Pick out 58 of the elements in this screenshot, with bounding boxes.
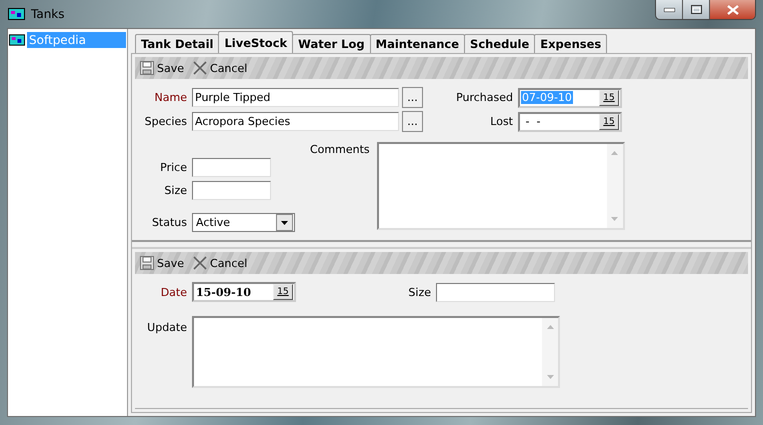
date-field[interactable]: 07-09-10 15 [518, 88, 622, 108]
field-label: Size [407, 286, 431, 298]
maximize-icon [690, 5, 702, 14]
tab[interactable]: Schedule [464, 34, 536, 53]
calendar-button[interactable]: 15 [273, 284, 293, 300]
size-field[interactable] [192, 181, 271, 200]
field-label: Date [160, 286, 187, 298]
tree-item-label: Softpedia [27, 32, 126, 48]
browse-button[interactable]: ... [402, 87, 423, 108]
field-label: Comments [310, 143, 370, 156]
tab[interactable]: Maintenance [370, 34, 466, 53]
size-field[interactable] [436, 282, 555, 302]
maximize-button[interactable] [683, 0, 710, 19]
field-label: Purchased [455, 91, 513, 104]
price-field[interactable] [192, 158, 271, 177]
app-icon [8, 8, 25, 20]
window-title: Tanks [31, 7, 65, 21]
scroll-up-icon [546, 325, 554, 329]
date-value: 15-09-10 [195, 286, 252, 298]
field-label: Size [163, 184, 187, 197]
update-field[interactable] [192, 316, 560, 388]
comments-field[interactable] [376, 142, 625, 230]
status-dropdown[interactable]: Active [192, 213, 295, 232]
caret-icon [281, 220, 288, 224]
save-button[interactable]: Save [139, 60, 184, 76]
close-icon [726, 4, 738, 14]
field-label: Species [144, 115, 187, 128]
cancel-button[interactable]: Cancel [192, 60, 248, 76]
save-button[interactable]: Save [139, 255, 184, 271]
tab[interactable]: Tank Detail [135, 34, 220, 53]
field-label: Update [146, 320, 187, 334]
minimize-button[interactable] [656, 0, 683, 19]
date-field[interactable]: - - 15 [518, 112, 622, 132]
field-label: Lost [489, 115, 513, 128]
date-value: - - [524, 115, 542, 128]
browse-button[interactable]: ... [402, 111, 423, 132]
dropdown-arrow-button[interactable] [276, 214, 293, 231]
close-icon [192, 60, 208, 76]
scroll-up-icon [611, 151, 618, 155]
calendar-button[interactable]: 15 [599, 114, 619, 130]
scroll-down-icon [546, 375, 554, 379]
calendar-button[interactable]: 15 [599, 90, 619, 106]
scroll-down-icon [611, 217, 618, 221]
close-button[interactable] [710, 0, 755, 19]
cancel-button[interactable]: Cancel [192, 255, 248, 271]
species-field[interactable]: Acropora Species [192, 112, 399, 131]
minimize-icon [664, 8, 674, 12]
dropdown-value: Active [195, 216, 230, 229]
field-label: Status [150, 216, 187, 229]
field-label: Name [154, 91, 187, 104]
field-label: Price [159, 161, 187, 174]
tab[interactable]: Expenses [534, 34, 608, 53]
close-icon [192, 255, 208, 271]
date-field[interactable]: 15-09-10 15 [192, 282, 296, 302]
tab[interactable]: Water Log [292, 34, 371, 53]
date-value: 07-09-10 [521, 91, 573, 104]
name-field[interactable]: Purple Tipped [192, 88, 399, 107]
tank-icon [9, 34, 26, 46]
